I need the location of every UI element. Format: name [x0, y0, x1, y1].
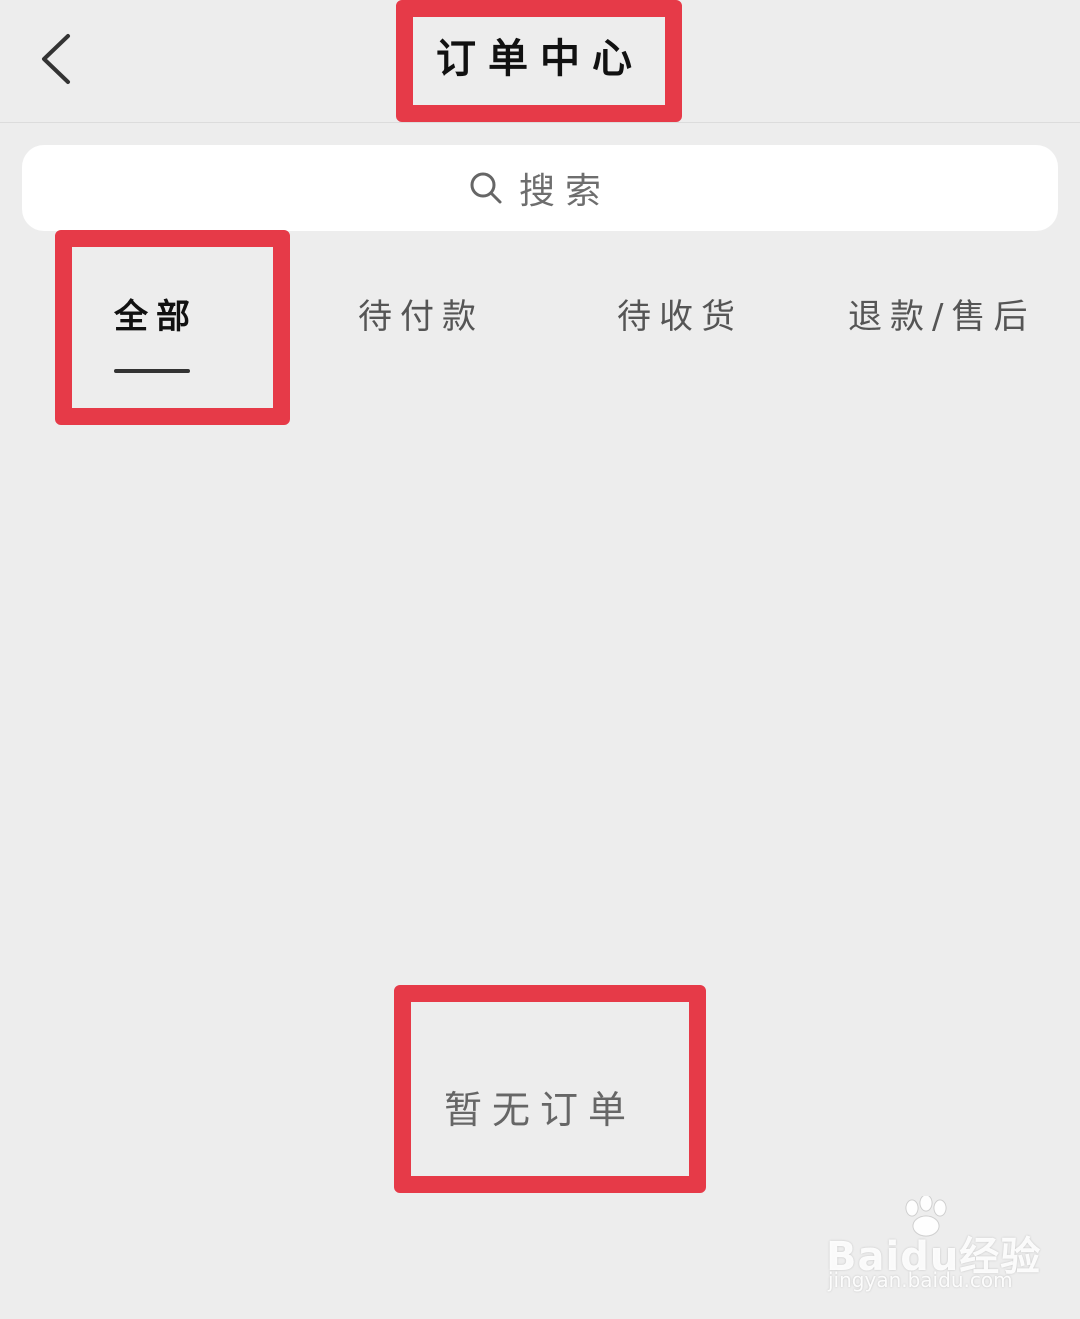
- tab-refund-aftersale[interactable]: 退款/售后: [848, 282, 1035, 352]
- active-tab-indicator: [114, 369, 190, 373]
- search-icon: [470, 172, 502, 204]
- page-title: 订单中心: [436, 36, 644, 82]
- tab-all[interactable]: 全部: [114, 282, 198, 352]
- empty-state-message: 暂无订单: [443, 1088, 636, 1132]
- tab-pending-receipt[interactable]: 待收货: [617, 282, 743, 352]
- tab-label: 待付款: [358, 297, 484, 337]
- watermark: Baidu经验 jingyan.baidu.com: [826, 1196, 1040, 1300]
- search-placeholder: 搜索: [518, 171, 611, 212]
- watermark-url: jingyan.baidu.com: [828, 1268, 1013, 1292]
- tab-label: 全部: [114, 297, 198, 337]
- tab-pending-payment[interactable]: 待付款: [358, 282, 484, 352]
- nav-bar: 订单中心: [0, 0, 1080, 123]
- tab-label: 待收货: [617, 297, 743, 337]
- search-input[interactable]: 搜索: [22, 145, 1058, 231]
- tab-label: 退款/售后: [848, 297, 1036, 337]
